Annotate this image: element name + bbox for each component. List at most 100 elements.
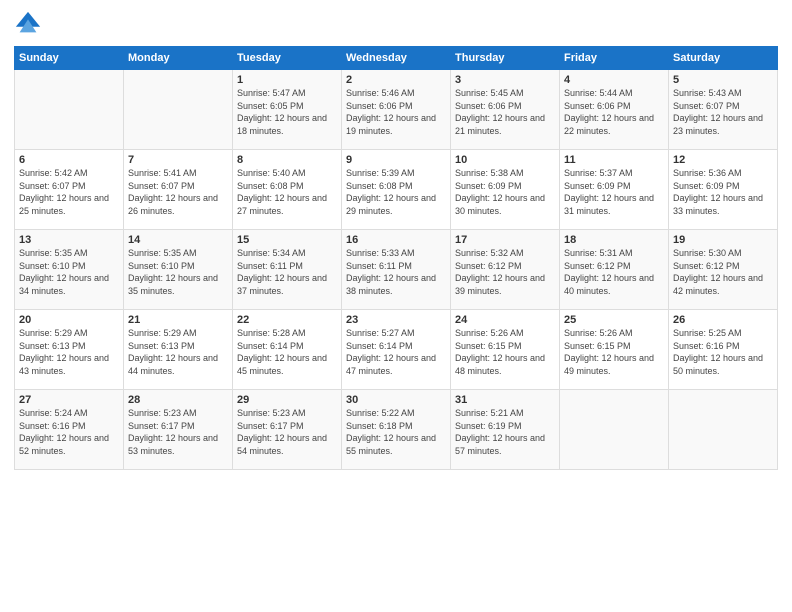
calendar-cell: 5Sunrise: 5:43 AM Sunset: 6:07 PM Daylig… [669,70,778,150]
calendar-cell: 29Sunrise: 5:23 AM Sunset: 6:17 PM Dayli… [233,390,342,470]
day-info: Sunrise: 5:28 AM Sunset: 6:14 PM Dayligh… [237,327,337,377]
col-tuesday: Tuesday [233,47,342,70]
day-number: 28 [128,394,228,406]
week-row-1: 1Sunrise: 5:47 AM Sunset: 6:05 PM Daylig… [15,70,778,150]
calendar-cell: 14Sunrise: 5:35 AM Sunset: 6:10 PM Dayli… [124,230,233,310]
calendar-cell: 10Sunrise: 5:38 AM Sunset: 6:09 PM Dayli… [451,150,560,230]
day-number: 4 [564,74,664,86]
calendar-cell: 1Sunrise: 5:47 AM Sunset: 6:05 PM Daylig… [233,70,342,150]
day-number: 26 [673,314,773,326]
calendar-cell: 30Sunrise: 5:22 AM Sunset: 6:18 PM Dayli… [342,390,451,470]
day-info: Sunrise: 5:22 AM Sunset: 6:18 PM Dayligh… [346,407,446,457]
calendar-cell: 19Sunrise: 5:30 AM Sunset: 6:12 PM Dayli… [669,230,778,310]
day-number: 25 [564,314,664,326]
day-info: Sunrise: 5:34 AM Sunset: 6:11 PM Dayligh… [237,247,337,297]
week-row-2: 6Sunrise: 5:42 AM Sunset: 6:07 PM Daylig… [15,150,778,230]
calendar-cell: 25Sunrise: 5:26 AM Sunset: 6:15 PM Dayli… [560,310,669,390]
day-number: 22 [237,314,337,326]
day-number: 8 [237,154,337,166]
calendar-cell: 18Sunrise: 5:31 AM Sunset: 6:12 PM Dayli… [560,230,669,310]
day-info: Sunrise: 5:35 AM Sunset: 6:10 PM Dayligh… [19,247,119,297]
day-info: Sunrise: 5:46 AM Sunset: 6:06 PM Dayligh… [346,87,446,137]
day-number: 12 [673,154,773,166]
day-info: Sunrise: 5:45 AM Sunset: 6:06 PM Dayligh… [455,87,555,137]
day-info: Sunrise: 5:29 AM Sunset: 6:13 PM Dayligh… [19,327,119,377]
calendar-cell [669,390,778,470]
day-number: 3 [455,74,555,86]
calendar-cell: 20Sunrise: 5:29 AM Sunset: 6:13 PM Dayli… [15,310,124,390]
calendar-cell: 27Sunrise: 5:24 AM Sunset: 6:16 PM Dayli… [15,390,124,470]
col-thursday: Thursday [451,47,560,70]
day-number: 30 [346,394,446,406]
day-info: Sunrise: 5:32 AM Sunset: 6:12 PM Dayligh… [455,247,555,297]
calendar-cell: 4Sunrise: 5:44 AM Sunset: 6:06 PM Daylig… [560,70,669,150]
calendar-cell [124,70,233,150]
day-number: 23 [346,314,446,326]
calendar-cell: 13Sunrise: 5:35 AM Sunset: 6:10 PM Dayli… [15,230,124,310]
day-info: Sunrise: 5:26 AM Sunset: 6:15 PM Dayligh… [564,327,664,377]
col-friday: Friday [560,47,669,70]
col-wednesday: Wednesday [342,47,451,70]
calendar-cell: 21Sunrise: 5:29 AM Sunset: 6:13 PM Dayli… [124,310,233,390]
day-info: Sunrise: 5:26 AM Sunset: 6:15 PM Dayligh… [455,327,555,377]
day-info: Sunrise: 5:40 AM Sunset: 6:08 PM Dayligh… [237,167,337,217]
day-info: Sunrise: 5:23 AM Sunset: 6:17 PM Dayligh… [237,407,337,457]
col-sunday: Sunday [15,47,124,70]
day-info: Sunrise: 5:42 AM Sunset: 6:07 PM Dayligh… [19,167,119,217]
day-number: 24 [455,314,555,326]
day-number: 1 [237,74,337,86]
day-number: 16 [346,234,446,246]
calendar-cell: 6Sunrise: 5:42 AM Sunset: 6:07 PM Daylig… [15,150,124,230]
day-number: 21 [128,314,228,326]
day-info: Sunrise: 5:30 AM Sunset: 6:12 PM Dayligh… [673,247,773,297]
day-info: Sunrise: 5:39 AM Sunset: 6:08 PM Dayligh… [346,167,446,217]
calendar-cell: 24Sunrise: 5:26 AM Sunset: 6:15 PM Dayli… [451,310,560,390]
col-monday: Monday [124,47,233,70]
day-number: 31 [455,394,555,406]
calendar-cell: 3Sunrise: 5:45 AM Sunset: 6:06 PM Daylig… [451,70,560,150]
calendar-cell: 31Sunrise: 5:21 AM Sunset: 6:19 PM Dayli… [451,390,560,470]
calendar-cell: 22Sunrise: 5:28 AM Sunset: 6:14 PM Dayli… [233,310,342,390]
day-info: Sunrise: 5:27 AM Sunset: 6:14 PM Dayligh… [346,327,446,377]
day-number: 6 [19,154,119,166]
day-number: 10 [455,154,555,166]
page: Sunday Monday Tuesday Wednesday Thursday… [0,0,792,612]
day-info: Sunrise: 5:29 AM Sunset: 6:13 PM Dayligh… [128,327,228,377]
day-info: Sunrise: 5:33 AM Sunset: 6:11 PM Dayligh… [346,247,446,297]
day-info: Sunrise: 5:23 AM Sunset: 6:17 PM Dayligh… [128,407,228,457]
day-info: Sunrise: 5:44 AM Sunset: 6:06 PM Dayligh… [564,87,664,137]
calendar-header: Sunday Monday Tuesday Wednesday Thursday… [15,47,778,70]
header-row: Sunday Monday Tuesday Wednesday Thursday… [15,47,778,70]
day-number: 27 [19,394,119,406]
calendar-cell: 7Sunrise: 5:41 AM Sunset: 6:07 PM Daylig… [124,150,233,230]
calendar-cell: 16Sunrise: 5:33 AM Sunset: 6:11 PM Dayli… [342,230,451,310]
calendar-cell: 26Sunrise: 5:25 AM Sunset: 6:16 PM Dayli… [669,310,778,390]
day-info: Sunrise: 5:25 AM Sunset: 6:16 PM Dayligh… [673,327,773,377]
day-number: 20 [19,314,119,326]
calendar-cell: 17Sunrise: 5:32 AM Sunset: 6:12 PM Dayli… [451,230,560,310]
week-row-5: 27Sunrise: 5:24 AM Sunset: 6:16 PM Dayli… [15,390,778,470]
day-info: Sunrise: 5:21 AM Sunset: 6:19 PM Dayligh… [455,407,555,457]
calendar-cell: 11Sunrise: 5:37 AM Sunset: 6:09 PM Dayli… [560,150,669,230]
logo-icon [14,10,42,38]
calendar-cell: 28Sunrise: 5:23 AM Sunset: 6:17 PM Dayli… [124,390,233,470]
col-saturday: Saturday [669,47,778,70]
day-number: 29 [237,394,337,406]
day-number: 17 [455,234,555,246]
day-number: 2 [346,74,446,86]
day-info: Sunrise: 5:36 AM Sunset: 6:09 PM Dayligh… [673,167,773,217]
day-number: 14 [128,234,228,246]
day-number: 18 [564,234,664,246]
day-info: Sunrise: 5:37 AM Sunset: 6:09 PM Dayligh… [564,167,664,217]
week-row-3: 13Sunrise: 5:35 AM Sunset: 6:10 PM Dayli… [15,230,778,310]
calendar-cell [560,390,669,470]
day-info: Sunrise: 5:47 AM Sunset: 6:05 PM Dayligh… [237,87,337,137]
day-info: Sunrise: 5:38 AM Sunset: 6:09 PM Dayligh… [455,167,555,217]
calendar-table: Sunday Monday Tuesday Wednesday Thursday… [14,46,778,470]
calendar-cell: 12Sunrise: 5:36 AM Sunset: 6:09 PM Dayli… [669,150,778,230]
day-info: Sunrise: 5:31 AM Sunset: 6:12 PM Dayligh… [564,247,664,297]
day-info: Sunrise: 5:43 AM Sunset: 6:07 PM Dayligh… [673,87,773,137]
calendar-cell: 2Sunrise: 5:46 AM Sunset: 6:06 PM Daylig… [342,70,451,150]
day-number: 9 [346,154,446,166]
day-info: Sunrise: 5:35 AM Sunset: 6:10 PM Dayligh… [128,247,228,297]
